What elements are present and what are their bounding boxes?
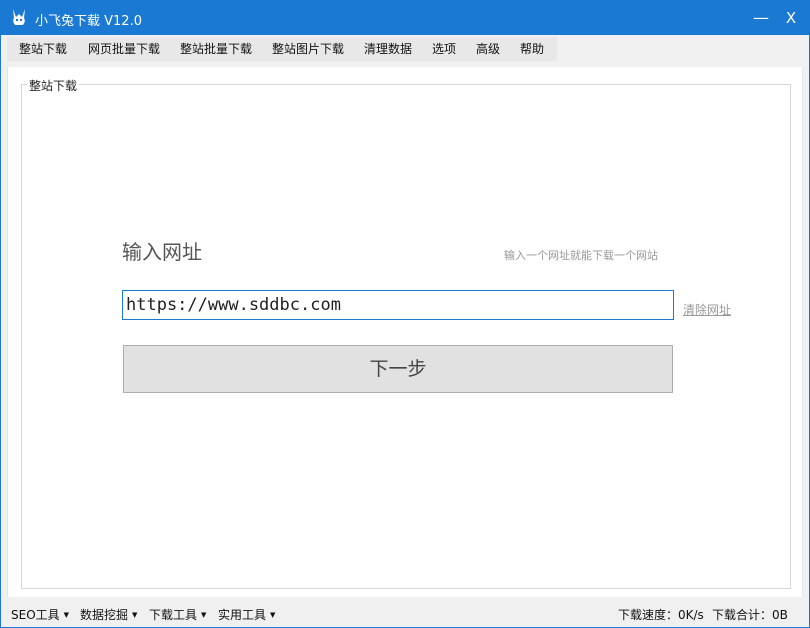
url-input[interactable] — [122, 290, 674, 320]
download-tools-label: 下载工具 — [149, 608, 198, 622]
menu-site-download[interactable]: 整站下载 — [19, 40, 67, 57]
menu-bar: 整站下载 网页批量下载 整站批量下载 整站图片下载 清理数据 选项 高级 帮助 — [1, 35, 809, 61]
menu-clear-data[interactable]: 清理数据 — [364, 40, 412, 57]
group-title: 整站下载 — [27, 77, 80, 94]
seo-tools-label: SEO工具 — [11, 608, 60, 622]
dropdown-caret-icon: ▼ — [132, 611, 138, 619]
app-window: 小飞兔下载 V12.0 — X 整站下载 网页批量下载 整站批量下载 整站图片下… — [0, 0, 810, 628]
url-hint: 输入一个网址就能下载一个网站 — [504, 249, 658, 262]
download-speed: 下载速度：0K/s — [618, 608, 704, 622]
site-download-group — [21, 84, 791, 589]
utility-tools-menu[interactable]: 实用工具 ▼ — [218, 606, 275, 623]
status-bar: SEO工具 ▼ 数据挖掘 ▼ 下载工具 ▼ 实用工具 ▼ 下载速度：0K/s 下载合计：… — [1, 601, 809, 627]
window-title: 小飞兔下载 V12.0 — [35, 14, 142, 29]
menu-page-batch-download[interactable]: 网页批量下载 — [88, 40, 160, 57]
download-total: 下载合计：0B — [712, 608, 788, 622]
data-mining-menu[interactable]: 数据挖掘 ▼ — [80, 606, 137, 623]
menu-advanced[interactable]: 高级 — [476, 40, 500, 57]
menu-site-image-download[interactable]: 整站图片下载 — [272, 40, 344, 57]
close-button[interactable]: X — [777, 5, 805, 31]
menu-options[interactable]: 选项 — [432, 40, 456, 57]
rabbit-logo-icon — [13, 9, 25, 25]
dropdown-caret-icon: ▼ — [201, 611, 207, 619]
next-step-button[interactable]: 下一步 — [123, 345, 673, 393]
download-tools-menu[interactable]: 下载工具 ▼ — [149, 606, 206, 623]
title-bar[interactable]: 小飞兔下载 V12.0 — X — [1, 1, 809, 35]
seo-tools-menu[interactable]: SEO工具 ▼ — [11, 606, 69, 623]
menu-help[interactable]: 帮助 — [520, 40, 544, 57]
url-heading: 输入网址 — [122, 240, 202, 264]
data-mining-label: 数据挖掘 — [80, 608, 129, 622]
dropdown-caret-icon: ▼ — [63, 611, 70, 619]
menu-strip: 整站下载 网页批量下载 整站批量下载 整站图片下载 清理数据 选项 高级 帮助 — [7, 37, 557, 61]
dropdown-caret-icon: ▼ — [270, 611, 276, 619]
clear-url-link[interactable]: 清除网址 — [683, 301, 731, 318]
menu-site-batch-download[interactable]: 整站批量下载 — [180, 40, 252, 57]
minimize-button[interactable]: — — [747, 5, 775, 31]
utility-tools-label: 实用工具 — [218, 608, 267, 622]
